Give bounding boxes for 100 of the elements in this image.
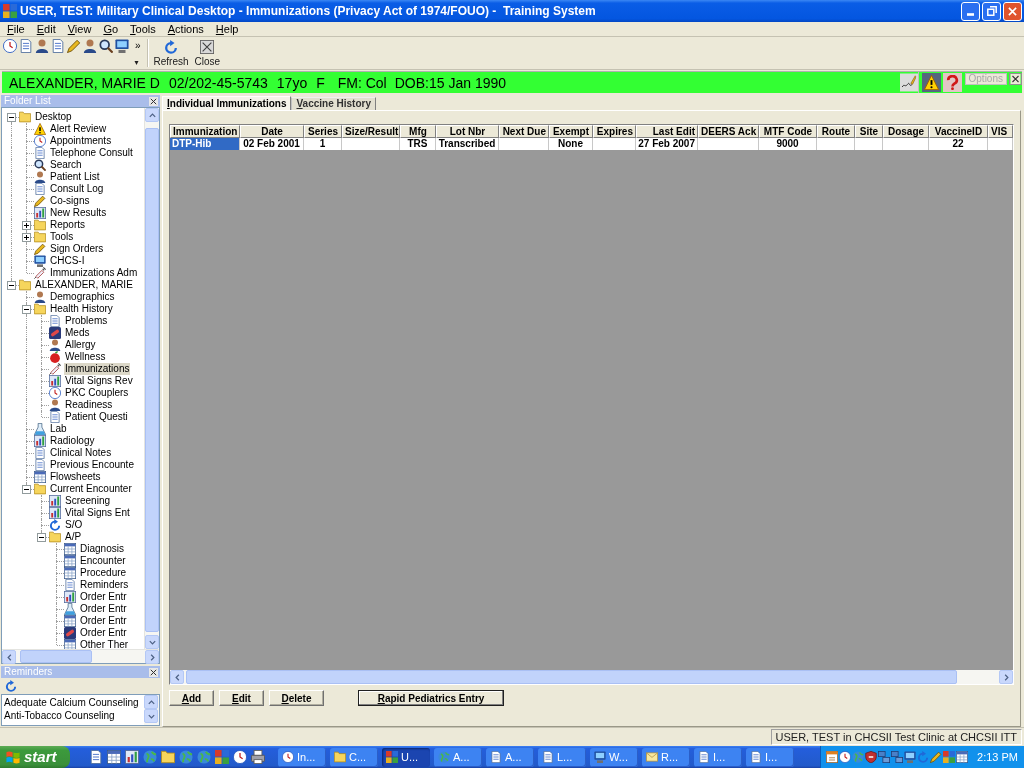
scroll-up-button[interactable] [144, 695, 158, 709]
calendar-icon[interactable] [826, 751, 839, 763]
tree-item[interactable]: Vital Signs Rev [64, 375, 134, 387]
tree-item[interactable]: Procedure [79, 567, 128, 579]
spreadsheet-icon[interactable] [107, 750, 121, 764]
tree-item[interactable]: Consult Log [49, 183, 105, 195]
refresh-icon[interactable] [5, 680, 17, 692]
bar-chart-icon[interactable] [125, 750, 139, 764]
tree-item[interactable]: Vital Signs Ent [64, 507, 131, 519]
printer-icon[interactable] [251, 750, 265, 764]
list-item[interactable]: Anti-Tobacco Counseling [4, 709, 144, 722]
taskbar-button[interactable]: L... [538, 747, 586, 767]
expand-toggle[interactable] [7, 281, 16, 290]
tree-item[interactable]: CHCS-I [49, 255, 86, 267]
column-header[interactable]: Series [304, 125, 342, 138]
tree-item[interactable]: Clinical Notes [49, 447, 113, 459]
column-header[interactable]: Size/Result [342, 125, 400, 138]
minimize-button[interactable] [961, 1, 980, 21]
column-header[interactable]: VaccineID [929, 125, 988, 138]
column-header[interactable]: Expires [593, 125, 636, 138]
taskbar-button[interactable]: I... [694, 747, 742, 767]
tree-item[interactable]: Patient List [49, 171, 101, 183]
tree-item[interactable]: Readiness [64, 399, 114, 411]
taskbar-button[interactable]: U... [382, 747, 430, 767]
tree-item[interactable]: Diagnosis [79, 543, 125, 555]
tree-item[interactable]: Meds [64, 327, 91, 339]
taskbar-button[interactable]: W... [590, 747, 638, 767]
tree-item[interactable]: ALEXANDER, MARIE [34, 279, 134, 291]
taskbar-button[interactable]: A... [434, 747, 482, 767]
tree-item[interactable]: Order Entr [79, 627, 128, 639]
taskbar-button[interactable]: In... [278, 747, 326, 767]
tree-item[interactable]: Alert Review [49, 123, 108, 135]
expand-toggle[interactable] [22, 221, 31, 230]
clock-icon[interactable] [233, 750, 247, 764]
tree-item[interactable]: Order Entr [79, 603, 128, 615]
taskbar-button[interactable]: I... [746, 747, 794, 767]
tree-item[interactable]: Current Encounter [49, 483, 133, 495]
tree-item[interactable]: Reminders [79, 579, 130, 591]
action-button[interactable]: Add [169, 690, 214, 706]
person-icon[interactable] [83, 39, 97, 53]
column-header[interactable]: Next Due [499, 125, 549, 138]
menu-item[interactable]: File [1, 22, 31, 36]
restore-button[interactable] [982, 1, 1001, 21]
tree-item[interactable]: PKC Couplers [64, 387, 130, 399]
menu-item[interactable]: Go [97, 22, 125, 36]
tree-item[interactable]: Wellness [64, 351, 107, 363]
monitor-icon[interactable] [904, 751, 917, 763]
toolbar-button[interactable]: Close [191, 37, 224, 69]
more-button[interactable]: » [135, 40, 141, 52]
expand-toggle[interactable] [7, 113, 16, 122]
expand-toggle[interactable] [22, 233, 31, 242]
tree-item[interactable]: A/P [64, 531, 83, 543]
taskbar-button[interactable]: R... [642, 747, 690, 767]
warning-icon[interactable] [921, 72, 941, 93]
tree-item[interactable]: Demographics [49, 291, 116, 303]
tree-item[interactable]: Search [49, 159, 83, 171]
column-header[interactable]: Mfg [400, 125, 436, 138]
menu-item[interactable]: Tools [124, 22, 162, 36]
expand-toggle[interactable] [37, 533, 46, 542]
tree-item[interactable]: Order Entr [79, 615, 128, 627]
tab[interactable]: Individual Immunizations [162, 96, 292, 110]
caret-down-icon[interactable] [133, 61, 139, 65]
scroll-right-button[interactable] [999, 670, 1013, 684]
tree-item[interactable]: New Results [49, 207, 108, 219]
help-icon[interactable] [942, 72, 962, 93]
network-icon[interactable] [891, 751, 904, 763]
tab[interactable]: Vaccine History [291, 97, 376, 110]
document-icon[interactable] [51, 39, 65, 53]
expand-toggle[interactable] [22, 485, 31, 494]
tree-item[interactable]: Telephone Consult [49, 147, 134, 159]
tree-item[interactable]: Tools [49, 231, 75, 243]
tree-item[interactable]: Desktop [34, 111, 73, 123]
tree-item[interactable]: Order Entr [79, 591, 128, 603]
network-icon[interactable] [878, 751, 891, 763]
list-item[interactable]: Adequate Calcium Counseling [4, 696, 144, 709]
start-button[interactable]: start [0, 746, 70, 768]
shield-icon[interactable] [865, 751, 878, 763]
magnifier-icon[interactable] [99, 39, 113, 53]
scroll-down-button[interactable] [145, 635, 159, 649]
scroll-right-button[interactable] [145, 650, 159, 664]
scroll-left-button[interactable] [2, 650, 16, 664]
tree-item[interactable]: Allergy [64, 339, 97, 351]
column-header[interactable]: Lot Nbr [436, 125, 499, 138]
tree-item[interactable]: Radiology [49, 435, 96, 447]
tree-item[interactable]: Lab [49, 423, 68, 435]
horizontal-scrollbar[interactable] [2, 649, 159, 663]
taskbar-button[interactable]: A... [486, 747, 534, 767]
globe-icon[interactable] [197, 750, 211, 764]
column-header[interactable]: Route [817, 125, 855, 138]
menu-item[interactable]: Help [209, 22, 245, 36]
scroll-left-button[interactable] [170, 670, 184, 684]
tree-item[interactable]: Appointments [49, 135, 113, 147]
column-header[interactable]: Exempt [549, 125, 593, 138]
column-header[interactable]: Dosage [883, 125, 929, 138]
column-header[interactable]: Date [240, 125, 304, 138]
tree-item[interactable]: Problems [64, 315, 109, 327]
column-header[interactable]: DEERS Ack [698, 125, 759, 138]
tree-item[interactable]: Co-signs [49, 195, 91, 207]
tree-item[interactable]: Patient Questi [64, 411, 129, 423]
signature-icon[interactable] [899, 72, 919, 93]
